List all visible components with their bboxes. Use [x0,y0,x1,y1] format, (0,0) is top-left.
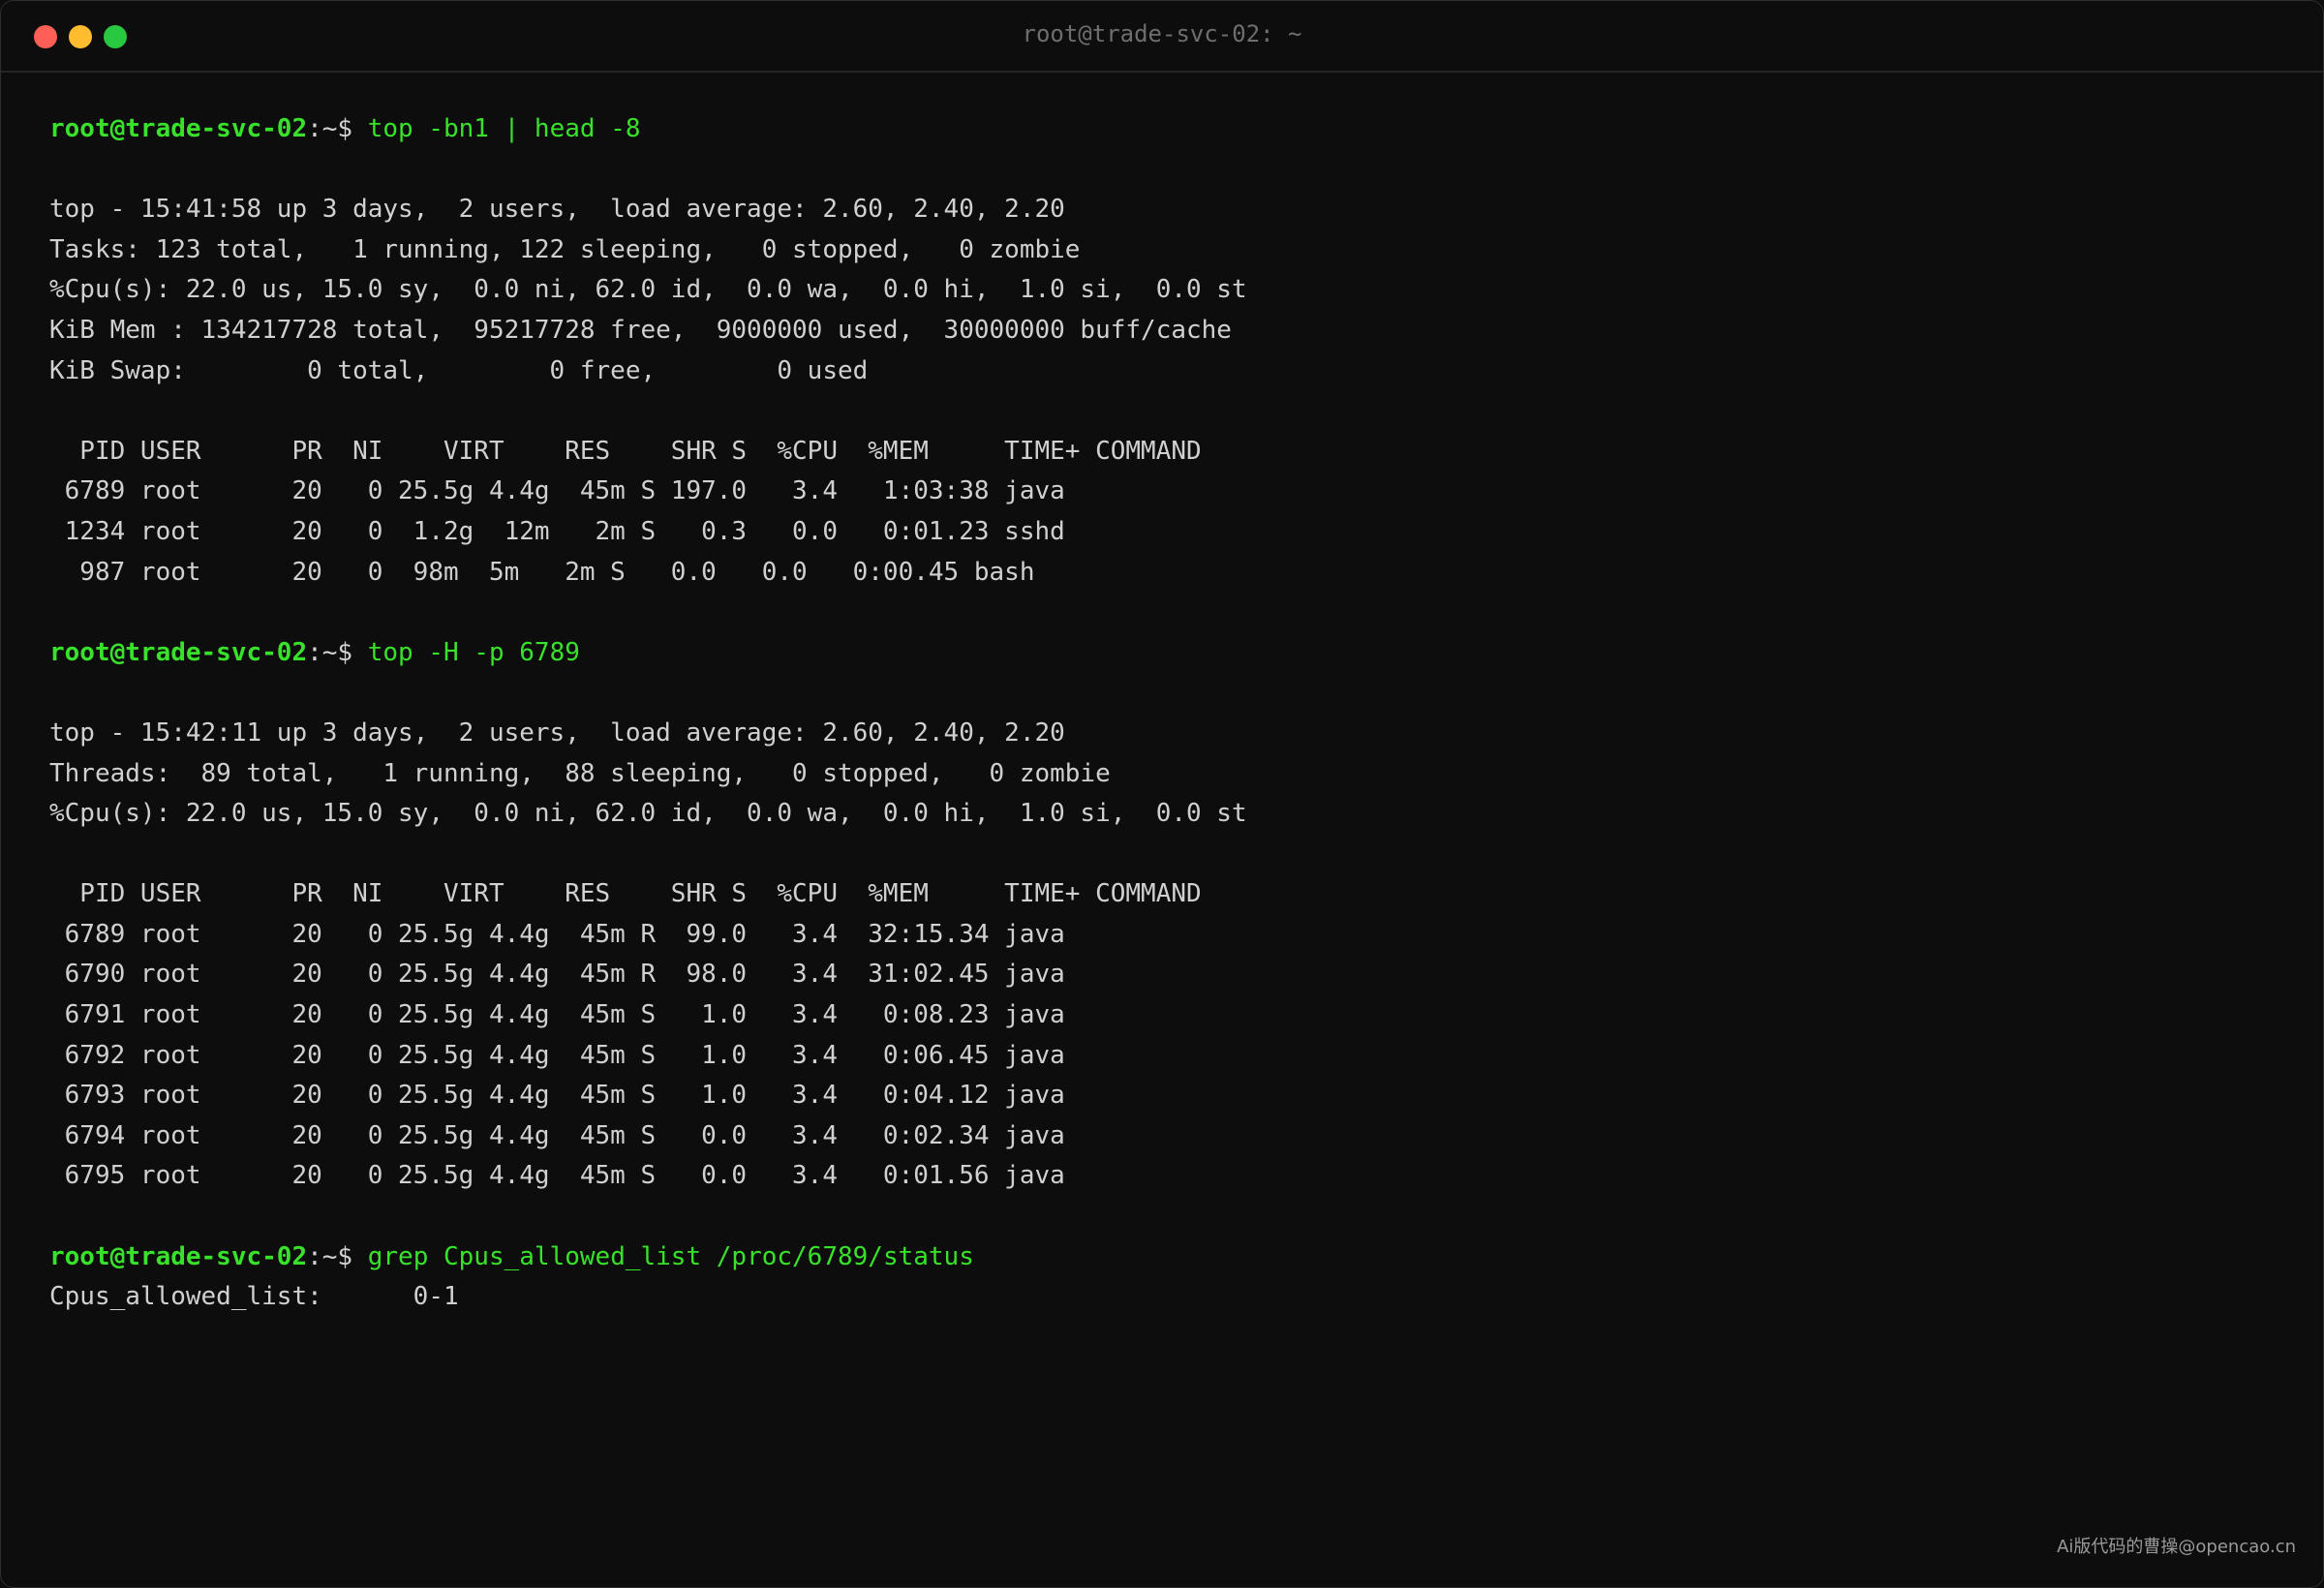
prompt-path: :~$ [307,637,368,667]
output-line: top - 15:42:11 up 3 days, 2 users, load … [49,718,1065,748]
output-line: top - 15:41:58 up 3 days, 2 users, load … [49,195,1065,225]
output-line: PID USER PR NI VIRT RES SHR S %CPU %MEM … [49,436,1202,466]
output-line: PID USER PR NI VIRT RES SHR S %CPU %MEM … [49,879,1202,909]
prompt-line: root@trade-svc-02:~$ top -H -p 6789 [49,633,2284,674]
output-line: 6795 root 20 0 25.5g 4.4g 45m S 0.0 3.4 … [49,1161,1065,1191]
output-line: 6789 root 20 0 25.5g 4.4g 45m R 99.0 3.4… [49,919,1065,949]
prompt-line: root@trade-svc-02:~$ top -bn1 | head -8 [49,109,2284,150]
output-line: %Cpu(s): 22.0 us, 15.0 sy, 0.0 ni, 62.0 … [49,275,1247,305]
prompt-user-host: root@trade-svc-02 [49,637,308,667]
output-line: Threads: 89 total, 1 running, 88 sleepin… [49,758,1111,788]
command-text: grep Cpus_allowed_list /proc/6789/status [367,1241,974,1271]
output-line: %Cpu(s): 22.0 us, 15.0 sy, 0.0 ni, 62.0 … [49,799,1247,829]
output-line: Cpus_allowed_list: 0-1 [49,1282,459,1312]
output-line: 1234 root 20 0 1.2g 12m 2m S 0.3 0.0 0:0… [49,516,1065,546]
watermark-text: Ai版代码的曹操@opencao.cn [2057,1537,2296,1557]
output-line: 6793 root 20 0 25.5g 4.4g 45m S 1.0 3.4 … [49,1081,1065,1111]
prompt-line: root@trade-svc-02:~$ grep Cpus_allowed_l… [49,1237,2284,1278]
output-line: 987 root 20 0 98m 5m 2m S 0.0 0.0 0:00.4… [49,557,1035,587]
command-text: top -bn1 | head -8 [367,114,641,143]
window-title: root@trade-svc-02: ~ [1022,20,1302,47]
prompt-user-host: root@trade-svc-02 [49,114,308,143]
output-line: KiB Mem : 134217728 total, 95217728 free… [49,315,1232,345]
prompt-path: :~$ [307,114,368,143]
terminal-output[interactable]: root@trade-svc-02:~$ top -bn1 | head -8 t… [49,109,2284,1318]
output-line: 6791 root 20 0 25.5g 4.4g 45m S 1.0 3.4 … [49,1000,1065,1030]
prompt-path: :~$ [307,1241,368,1271]
output-line: KiB Swap: 0 total, 0 free, 0 used [49,355,869,385]
output-line: 6792 root 20 0 25.5g 4.4g 45m S 1.0 3.4 … [49,1040,1065,1070]
prompt-user-host: root@trade-svc-02 [49,1241,308,1271]
output-line: 6794 root 20 0 25.5g 4.4g 45m S 0.0 3.4 … [49,1120,1065,1150]
output-line: 6790 root 20 0 25.5g 4.4g 45m R 98.0 3.4… [49,960,1065,990]
terminal-window: root@trade-svc-02: ~ root@trade-svc-02:~… [0,0,2324,1588]
command-text: top -H -p 6789 [367,637,580,667]
output-line: 6789 root 20 0 25.5g 4.4g 45m S 197.0 3.… [49,476,1065,506]
title-bar: root@trade-svc-02: ~ [1,1,2323,73]
output-line: Tasks: 123 total, 1 running, 122 sleepin… [49,234,1081,264]
